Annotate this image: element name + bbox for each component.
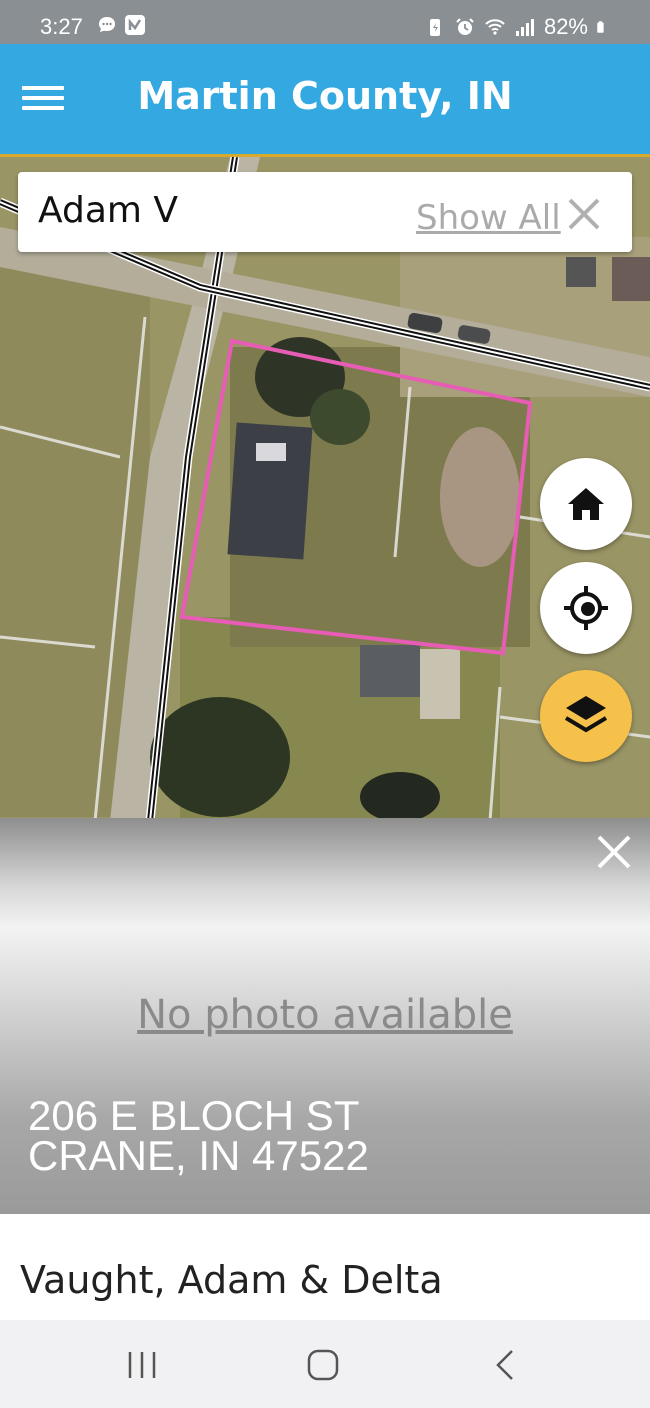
close-icon[interactable] [596, 834, 632, 870]
home-icon [568, 488, 604, 520]
battery-saver-icon [429, 19, 440, 36]
owner-name: Vaught, Adam & Delta [20, 1258, 443, 1302]
search-card: Adam V Show All [18, 172, 632, 252]
locate-button[interactable] [540, 562, 632, 654]
app-bar: Martin County, IN [0, 44, 650, 154]
search-query[interactable]: Adam V [38, 190, 178, 231]
home-nav-icon[interactable] [303, 1348, 343, 1382]
home-button[interactable] [540, 458, 632, 550]
alarm-icon [456, 18, 474, 35]
no-photo-link[interactable]: No photo available [0, 992, 650, 1038]
locate-icon [564, 586, 608, 630]
recent-apps-icon[interactable] [122, 1348, 162, 1382]
chat-icon [99, 17, 115, 32]
app-title: Martin County, IN [137, 74, 513, 118]
address-line-2: CRANE, IN 47522 [28, 1132, 369, 1179]
show-all-link[interactable]: Show All [416, 198, 561, 238]
battery-icon [597, 21, 604, 33]
signal-icon [515, 19, 534, 36]
system-nav-bar [0, 1320, 650, 1408]
layers-button[interactable] [540, 670, 632, 762]
battery-percent: 82% [543, 14, 588, 39]
status-bar: 3:27 82% [0, 0, 650, 44]
wifi-icon [485, 19, 505, 35]
back-icon[interactable] [486, 1348, 526, 1382]
parcel-address: 206 E BLOCH ST CRANE, IN 47522 [28, 1092, 369, 1179]
address-line-1: 206 E BLOCH ST [28, 1092, 360, 1139]
status-time: 3:27 [40, 14, 83, 39]
n-app-icon [125, 15, 145, 35]
layers-icon [564, 696, 608, 733]
close-icon[interactable] [566, 196, 602, 232]
